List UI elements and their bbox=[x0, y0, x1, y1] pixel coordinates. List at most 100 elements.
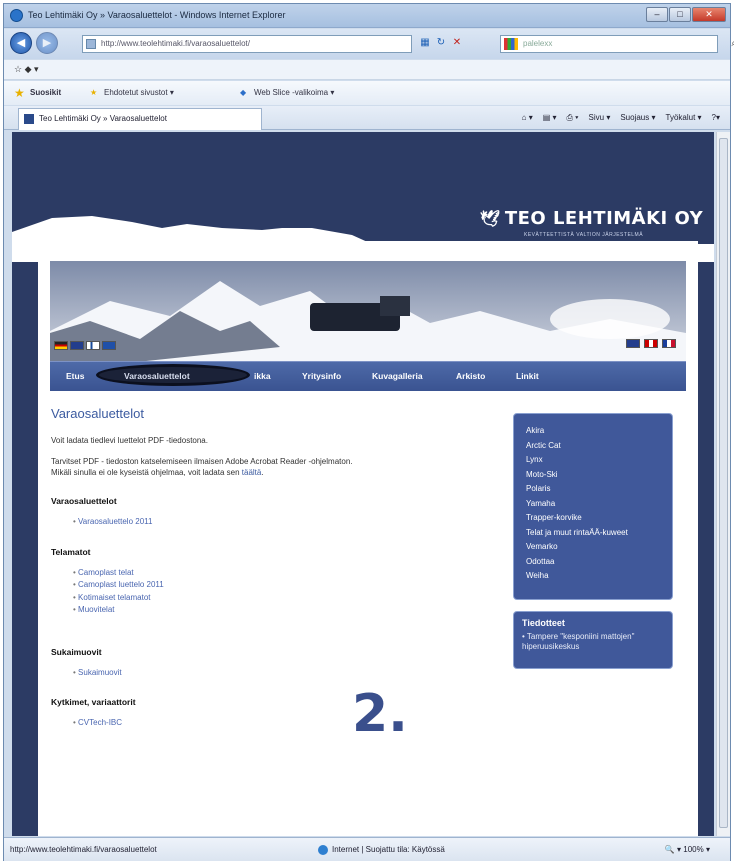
compatibility-icon[interactable]: ▦ bbox=[418, 36, 432, 50]
globe-icon bbox=[318, 845, 328, 855]
address-row: ◀ ▶ http://www.teolehtimaki.fi/varaosalu… bbox=[4, 29, 734, 59]
search-placeholder: palelexx bbox=[523, 39, 553, 48]
language-flags-left bbox=[54, 341, 116, 350]
sidebar-item[interactable]: Moto-Ski bbox=[526, 468, 660, 483]
zoom-control[interactable]: 🔍 ▾ 100% ▾ bbox=[665, 845, 710, 854]
main-content: Varaosaluettelot Voit ladata tiedlevi lu… bbox=[51, 406, 501, 730]
minimize-button[interactable]: – bbox=[646, 7, 668, 22]
status-url: http://www.teolehtimaki.fi/varaosaluette… bbox=[10, 845, 157, 854]
forward-icon[interactable]: ▶ bbox=[36, 32, 58, 54]
sidebar-item[interactable]: Yamaha bbox=[526, 497, 660, 512]
sidebar-item[interactable]: Akira bbox=[526, 424, 660, 439]
brand-sidebar: Akira Arctic Cat Lynx Moto-Ski Polaris Y… bbox=[513, 413, 673, 600]
search-provider-icon bbox=[504, 38, 518, 50]
brand-logo[interactable]: 🕊 TEO LEHTIMÄKI OY bbox=[480, 208, 703, 229]
feeds-icon[interactable]: ▤ ▾ bbox=[543, 113, 557, 123]
back-icon[interactable]: ◀ bbox=[10, 32, 32, 54]
pdf-note-line1: Tarvitset PDF - tiedoston katselemiseen … bbox=[51, 457, 353, 466]
refresh-icon[interactable]: ↻ bbox=[434, 36, 448, 50]
web-page: 🕊 TEO LEHTIMÄKI OY KEVÄTTEETTISTÄ VALTION… bbox=[12, 132, 714, 836]
news-title: Tiedotteet bbox=[522, 618, 565, 628]
section-title: Kytkimet, variaattorit bbox=[51, 697, 136, 707]
address-input[interactable]: http://www.teolehtimaki.fi/varaosaluette… bbox=[82, 35, 412, 53]
home-icon[interactable]: ⌂ ▾ bbox=[522, 113, 533, 123]
news-box: Tiedotteet • Tampere "kesponiini mattoje… bbox=[513, 611, 673, 669]
list-item[interactable]: Camoplast luettelo 2011 bbox=[73, 579, 501, 592]
sidebar-item[interactable]: Odottaa bbox=[526, 555, 660, 570]
flag-se-icon[interactable] bbox=[102, 341, 116, 350]
sidebar-item[interactable]: Vemarko bbox=[526, 540, 660, 555]
sidebar-item[interactable]: Telat ja muut rintaÄÄ-kuweet bbox=[526, 526, 660, 541]
main-nav: Etus Varaosaluettelot ikka Yritysinfo Ku… bbox=[50, 361, 686, 391]
tools-menu[interactable]: Työkalut ▾ bbox=[666, 113, 702, 123]
flag-uk-icon[interactable] bbox=[70, 341, 84, 350]
pdf-note-line2: Mikäli sinulla ei ole kyseistä ohjelmaa,… bbox=[51, 468, 240, 477]
content-card: Etus Varaosaluettelot ikka Yritysinfo Ku… bbox=[38, 241, 698, 836]
list-item[interactable]: Camoplast telat bbox=[73, 567, 501, 580]
brand-tagline: KEVÄTTEETTISTÄ VALTION JÄRJESTELMÄ bbox=[524, 232, 644, 238]
news-item-text[interactable]: Tampere "kesponiini mattojen" hiperuusik… bbox=[522, 632, 634, 651]
page-title: Varaosaluettelot bbox=[51, 406, 144, 421]
nav-linkit[interactable]: Linkit bbox=[516, 371, 539, 381]
menu-icons[interactable]: ☆ ◆ ▾ bbox=[14, 64, 39, 74]
tab-active[interactable]: Teo Lehtimäki Oy » Varaosaluettelot bbox=[18, 108, 262, 130]
vertical-scrollbar[interactable] bbox=[716, 132, 730, 836]
address-url: http://www.teolehtimaki.fi/varaosaluette… bbox=[101, 39, 250, 48]
news-item[interactable]: • Tampere "kesponiini mattojen" hiperuus… bbox=[514, 632, 672, 652]
menu-row: ☆ ◆ ▾ bbox=[4, 60, 730, 80]
print-icon[interactable]: ⎙ ▾ bbox=[567, 113, 579, 123]
list-item[interactable]: Muovitelat bbox=[73, 604, 501, 617]
flag-de-icon[interactable] bbox=[54, 341, 68, 350]
sidebar-item[interactable]: Trapper-korvike bbox=[526, 511, 660, 526]
page-menu[interactable]: Sivu ▾ bbox=[589, 113, 611, 123]
favorites-star-icon[interactable]: ★ bbox=[14, 86, 25, 100]
bird-logo-icon: 🕊 bbox=[480, 209, 501, 228]
command-bar: ⌂ ▾ ▤ ▾ ⎙ ▾ Sivu ▾ Suojaus ▾ Työkalut ▾ … bbox=[522, 113, 720, 123]
pdf-download-link[interactable]: täältä bbox=[242, 468, 262, 477]
zone-text: Internet | Suojattu tila: Käytössä bbox=[332, 845, 445, 855]
sidebar-item[interactable]: Weiha bbox=[526, 569, 660, 584]
favorites-button[interactable]: Suosikit bbox=[30, 88, 61, 97]
safety-menu[interactable]: Suojaus ▾ bbox=[620, 113, 655, 123]
nav-yritysinfo[interactable]: Yritysinfo bbox=[302, 371, 341, 381]
window-title: Teo Lehtimäki Oy » Varaosaluettelot - Wi… bbox=[28, 10, 286, 20]
suggested-sites-link[interactable]: Ehdotetut sivustot ▾ bbox=[104, 88, 174, 97]
nav-arkisto[interactable]: Arkisto bbox=[456, 371, 485, 381]
nav-varaosaluettelot[interactable]: Varaosaluettelot bbox=[124, 371, 190, 381]
section-title: Varaosaluettelot bbox=[51, 496, 117, 506]
section-title: Telamatot bbox=[51, 546, 91, 557]
nav-vuokrakalusto[interactable]: ikka bbox=[254, 371, 271, 381]
flag-fr-icon[interactable] bbox=[662, 339, 676, 348]
annotation-number: 2. bbox=[352, 684, 408, 744]
scrollbar-thumb[interactable] bbox=[719, 138, 728, 828]
header-banner bbox=[50, 261, 686, 371]
search-input[interactable]: palelexx ⌕ bbox=[500, 35, 734, 53]
web-slice-icon: ◆ bbox=[240, 88, 247, 97]
close-button[interactable]: ✕ bbox=[692, 7, 726, 22]
favorites-bar: ★ Suosikit ★ Ehdotetut sivustot ▾ ◆ Web … bbox=[4, 81, 730, 105]
tab-title: Teo Lehtimäki Oy » Varaosaluettelot bbox=[39, 114, 167, 123]
help-icon[interactable]: ?▾ bbox=[712, 113, 720, 123]
flag-en-icon[interactable] bbox=[626, 339, 640, 348]
web-slice-link[interactable]: Web Slice -valikoima ▾ bbox=[254, 88, 334, 97]
flag-fi-icon[interactable] bbox=[86, 341, 100, 350]
browser-window: Teo Lehtimäki Oy » Varaosaluettelot - Wi… bbox=[3, 3, 734, 861]
flag-ca-icon[interactable] bbox=[644, 339, 658, 348]
nav-etusivu[interactable]: Etus bbox=[66, 371, 84, 381]
list-item[interactable]: Sukaimuovit bbox=[73, 667, 501, 680]
list-item[interactable]: Kotimaiset telamatot bbox=[73, 592, 501, 605]
maximize-button[interactable]: □ bbox=[669, 7, 691, 22]
status-bar: http://www.teolehtimaki.fi/varaosaluette… bbox=[4, 837, 730, 861]
tab-row: Teo Lehtimäki Oy » Varaosaluettelot ⌂ ▾ … bbox=[4, 106, 730, 130]
list-item[interactable]: CVTech-IBC bbox=[73, 717, 501, 730]
sidebar-item[interactable]: Arctic Cat bbox=[526, 439, 660, 454]
sidebar-item[interactable]: Lynx bbox=[526, 453, 660, 468]
suggested-sites-icon: ★ bbox=[90, 88, 98, 97]
sidebar-item[interactable]: Polaris bbox=[526, 482, 660, 497]
snow-groomer-image bbox=[50, 261, 686, 371]
nav-kuvagalleria[interactable]: Kuvagalleria bbox=[372, 371, 423, 381]
section-title: Sukaimuovit bbox=[51, 646, 102, 657]
security-zone: Internet | Suojattu tila: Käytössä bbox=[318, 845, 445, 855]
stop-icon[interactable]: ✕ bbox=[450, 36, 464, 50]
list-item[interactable]: Varaosaluettelo 2011 bbox=[73, 516, 501, 529]
